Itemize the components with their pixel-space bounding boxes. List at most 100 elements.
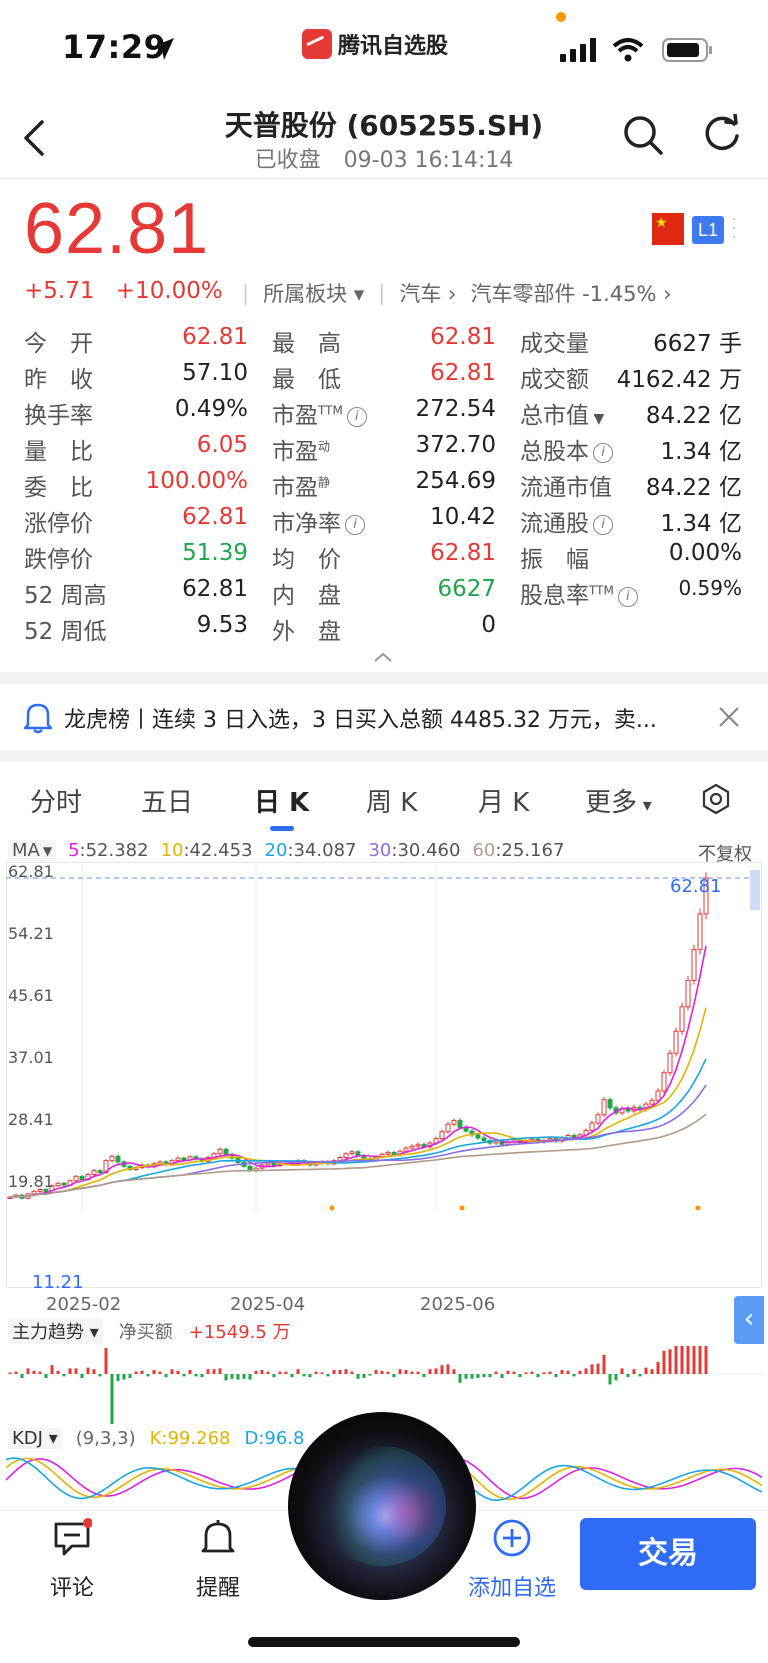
info-icon[interactable]: i [346,406,367,427]
ma-10-value: 10:42.453 [160,840,253,861]
ma-5-value: 5:52.382 [68,840,149,861]
candle-body [271,1162,277,1167]
y-tick-label: 28.41 [8,1110,54,1129]
sector-row: | 所属板块 ▾ | 汽车 › 汽车零部件 -1.45% › [242,278,672,308]
flow-bar [512,1371,516,1374]
flow-bar [482,1374,486,1378]
candle-body [31,1190,37,1195]
flow-bar [608,1374,612,1385]
l1-badge[interactable]: L1 [692,216,724,244]
x-tick-2: 2025-04 [230,1294,306,1315]
y-tick-label: 11.21 [32,1272,84,1293]
flow-bar [128,1374,132,1378]
tab-weekly-k[interactable]: 周 K [366,782,417,819]
app-logo-icon [302,29,332,59]
quote-label: 内 盘 [272,583,341,609]
main-force-dropdown[interactable]: 主力趋势 ▾ [8,1318,103,1344]
tab-more[interactable]: 更多 ▾ [585,782,652,819]
y-tick-label: 62.81 [8,862,54,881]
comment-icon [54,1518,93,1556]
ma-dropdown[interactable]: MA ▼ [8,840,57,861]
trade-button[interactable]: 交易 [580,1518,756,1590]
comment-button[interactable]: 评论 [44,1518,100,1602]
flow-bar [188,1370,192,1374]
flow-bar [224,1374,228,1381]
quote-label[interactable]: 市盈TTM i [272,396,367,430]
alert-button[interactable]: 提醒 [190,1518,246,1602]
quote-value: 57.10 [182,360,248,386]
flow-bar [452,1369,456,1374]
flow-bar [362,1374,366,1378]
quote-label: 52 周高 [24,583,107,609]
info-icon[interactable]: i [617,586,638,607]
flow-bar [260,1370,264,1374]
sector-dropdown[interactable]: 所属板块 ▾ [263,278,364,308]
ma-60-value: 60:25.167 [472,840,565,861]
tab-monthly-k[interactable]: 月 K [478,782,529,819]
info-icon[interactable]: i [593,442,613,463]
home-indicator[interactable] [248,1637,520,1647]
quote-label[interactable]: 总股本 i [520,432,613,466]
quote-value: 62.81 [430,360,496,386]
quote-label: 成交量 [520,331,589,357]
price-change: +5.71 +10.00% [24,278,237,304]
flow-bar [494,1371,498,1374]
search-icon[interactable] [622,114,664,156]
quote-value: 1.34 亿 [660,511,742,537]
quote-label[interactable]: 市净率 i [272,504,365,538]
refresh-icon[interactable] [702,114,742,154]
quote-value: 0.49% [174,396,248,422]
add-watchlist-button[interactable]: 添加自选 [462,1518,562,1602]
expand-panel-handle[interactable]: ‹ [734,1296,764,1344]
flow-bar [290,1374,294,1378]
kline-chart[interactable] [6,862,762,1288]
quote-label[interactable]: 流通股 i [520,504,613,538]
flow-bar [656,1362,660,1374]
quote-label[interactable]: 总市值 ▼ [520,396,604,430]
kdj-d: D:96.8 [244,1428,305,1449]
flow-bar [650,1369,654,1374]
flow-bar [350,1371,354,1374]
candle-body [457,1119,463,1128]
last-price-marker: 62.81 [670,876,722,897]
flow-bar [500,1374,504,1378]
info-icon[interactable]: i [593,514,613,535]
candle-body [655,1090,661,1101]
flow-bar [134,1371,138,1374]
candle-body [175,1157,181,1162]
net-buy-value: +1549.5 万 [188,1322,291,1343]
quote-value: 62.81 [182,324,248,350]
candle-body [415,1143,421,1147]
more-dots-icon[interactable]: · · · [732,213,736,245]
china-flag-icon [652,213,684,245]
kdj-dropdown[interactable]: KDJ ▾ [8,1428,62,1449]
quote-value: 84.22 亿 [645,403,742,429]
candle-body [79,1175,85,1180]
flow-bar [392,1374,396,1378]
y-tick-label: 45.61 [8,986,54,1005]
info-icon[interactable]: i [345,514,365,535]
tab-daily-k[interactable]: 日 K [254,782,309,819]
quote-value: 0.00% [668,540,742,566]
flow-bar [554,1374,558,1378]
flow-bar [284,1371,288,1374]
dragon-tiger-notice[interactable]: 龙虎榜丨连续 3 日入选，3 日买入总额 4485.32 万元，卖... [64,702,684,734]
event-dot [459,1205,465,1211]
sector-link-auto[interactable]: 汽车 › [399,278,456,308]
ma-values: 5:52.382 10:42.453 20:34.087 30:30.460 60:25… [68,840,564,861]
collapse-chevron-icon[interactable] [372,650,394,664]
flow-bar [152,1370,156,1374]
flow-bar [254,1370,258,1374]
flow-bar [110,1374,114,1424]
tab-intraday[interactable]: 分时 [30,782,82,819]
flow-bar [410,1371,414,1374]
quote-datetime: 09-03 16:14:14 [343,148,514,173]
close-icon[interactable] [716,704,742,730]
settings-icon[interactable] [700,783,732,815]
quote-label[interactable]: 股息率TTM i [520,576,638,610]
event-dot [695,1205,701,1211]
quote-label: 均 价 [272,547,341,573]
section-divider [0,672,768,684]
tab-five-day[interactable]: 五日 [141,782,193,819]
sector-link-parts[interactable]: 汽车零部件 -1.45% › [470,278,671,308]
